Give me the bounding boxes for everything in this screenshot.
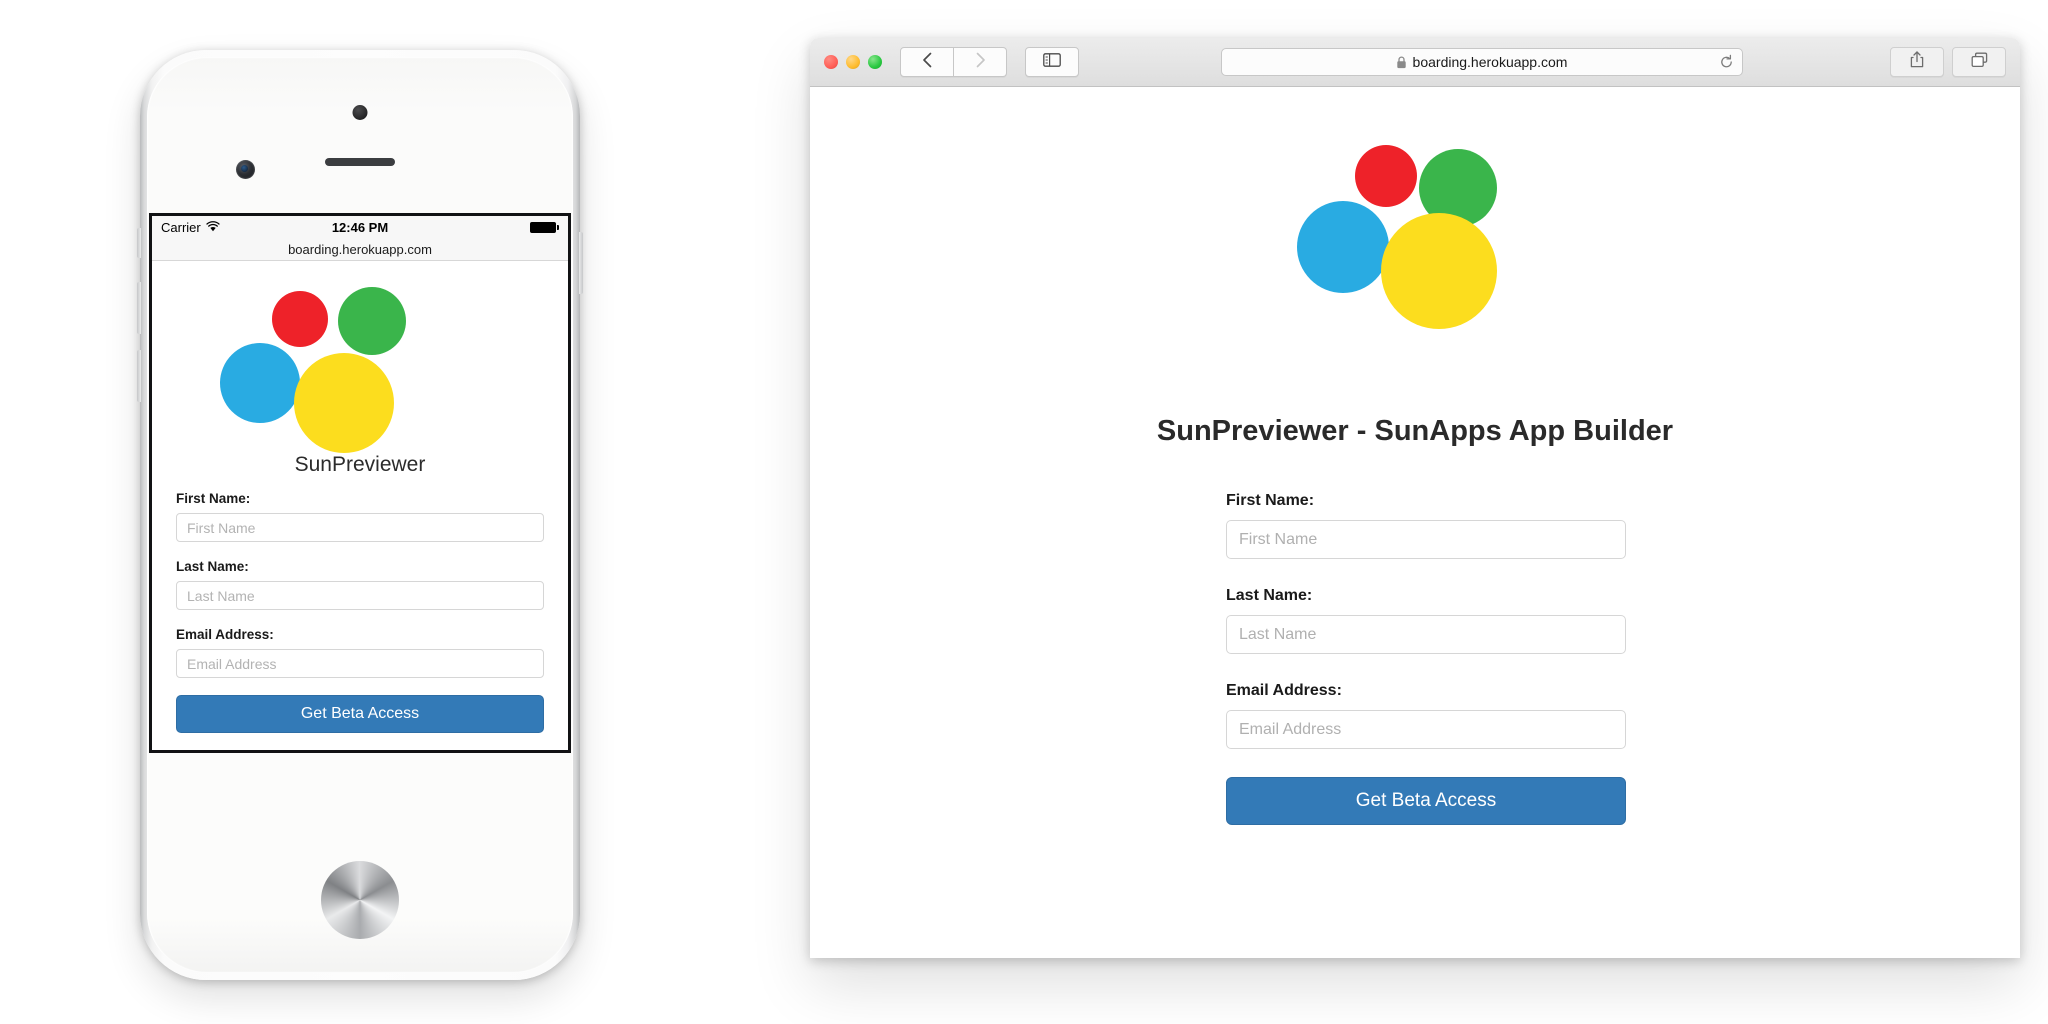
chevron-right-icon xyxy=(975,52,986,73)
first-name-group: First Name: xyxy=(1226,492,1626,559)
logo-circle-red xyxy=(272,291,328,347)
phone-first-name-input[interactable] xyxy=(176,513,544,542)
last-name-input[interactable] xyxy=(1226,615,1626,654)
proximity-sensor-icon xyxy=(352,105,368,120)
address-bar-url: boarding.herokuapp.com xyxy=(1412,54,1568,70)
get-beta-access-button[interactable]: Get Beta Access xyxy=(1226,777,1626,825)
wifi-icon xyxy=(206,220,220,235)
share-icon xyxy=(1910,51,1924,73)
forward-button[interactable] xyxy=(954,47,1007,77)
first-name-input[interactable] xyxy=(1226,520,1626,559)
browser-toolbar: boarding.herokuapp.com xyxy=(810,38,2020,87)
phone-home-button[interactable] xyxy=(321,861,399,939)
phone-web-page: SunPreviewer First Name: Last Name: Emai… xyxy=(152,261,568,750)
logo-circle-green xyxy=(338,287,406,355)
sidebar-icon xyxy=(1043,52,1061,72)
battery-full-icon xyxy=(530,221,559,233)
phone-email-group: Email Address: xyxy=(176,627,544,678)
phone-page-title: SunPreviewer xyxy=(294,453,426,476)
phone-last-name-label: Last Name: xyxy=(176,559,249,574)
address-bar[interactable]: boarding.herokuapp.com xyxy=(1220,48,1743,76)
phone-email-input[interactable] xyxy=(176,649,544,678)
lock-icon xyxy=(1396,55,1407,69)
show-all-tabs-icon xyxy=(1971,52,1988,73)
last-name-label: Last Name: xyxy=(1226,587,1313,604)
logo-circle-red xyxy=(1355,145,1417,207)
logo-circle-yellow xyxy=(1381,213,1497,329)
minimize-window-button[interactable] xyxy=(846,55,860,69)
email-group: Email Address: xyxy=(1226,682,1626,749)
toolbar-right-buttons xyxy=(1890,47,2006,77)
logo-circle-blue xyxy=(1297,201,1389,293)
first-name-label: First Name: xyxy=(1226,492,1315,509)
zoom-window-button[interactable] xyxy=(868,55,882,69)
beta-signup-form: First Name: Last Name: Email Address: Ge… xyxy=(1204,492,1626,825)
safari-browser-window: boarding.herokuapp.com SunPreviewer - Su… xyxy=(810,38,2020,958)
phone-first-name-label: First Name: xyxy=(176,491,251,506)
window-traffic-lights xyxy=(824,55,882,69)
phone-volume-up-button xyxy=(137,282,141,334)
navigation-buttons xyxy=(900,47,1007,77)
phone-screen: Carrier 12:46 PM boarding.herokuapp.com xyxy=(149,213,571,753)
page-title: SunPreviewer - SunApps App Builder xyxy=(1156,415,1674,447)
email-label: Email Address: xyxy=(1226,682,1342,699)
carrier-label: Carrier xyxy=(161,219,201,235)
front-camera-icon xyxy=(236,160,255,179)
sunapps-logo xyxy=(1275,145,1555,385)
reload-icon[interactable] xyxy=(1719,54,1734,70)
phone-email-label: Email Address: xyxy=(176,627,274,642)
phone-last-name-input[interactable] xyxy=(176,581,544,610)
phone-power-button xyxy=(579,232,583,294)
email-input[interactable] xyxy=(1226,710,1626,749)
chevron-left-icon xyxy=(922,52,933,73)
show-all-tabs-button[interactable] xyxy=(1952,47,2006,77)
logo-circle-yellow xyxy=(294,353,394,453)
phone-url-bar[interactable]: boarding.herokuapp.com xyxy=(152,238,568,261)
last-name-group: Last Name: xyxy=(1226,587,1626,654)
carrier-group: Carrier xyxy=(161,220,220,235)
ios-status-bar: Carrier 12:46 PM xyxy=(152,216,568,238)
phone-url-text: boarding.herokuapp.com xyxy=(288,241,432,257)
back-button[interactable] xyxy=(900,47,954,77)
phone-volume-down-button xyxy=(137,350,141,402)
browser-page-content: SunPreviewer - SunApps App Builder First… xyxy=(810,87,2020,958)
iphone-device-mockup: Carrier 12:46 PM boarding.herokuapp.com xyxy=(137,50,583,980)
sunapps-logo xyxy=(176,261,544,453)
sidebar-toggle-button[interactable] xyxy=(1025,47,1079,77)
phone-first-name-group: First Name: xyxy=(176,491,544,542)
phone-last-name-group: Last Name: xyxy=(176,559,544,610)
close-window-button[interactable] xyxy=(824,55,838,69)
logo-circle-blue xyxy=(220,343,300,423)
share-button[interactable] xyxy=(1890,47,1944,77)
earpiece-speaker-icon xyxy=(325,158,395,166)
phone-silent-switch xyxy=(137,228,141,258)
phone-get-beta-access-button[interactable]: Get Beta Access xyxy=(176,695,544,733)
